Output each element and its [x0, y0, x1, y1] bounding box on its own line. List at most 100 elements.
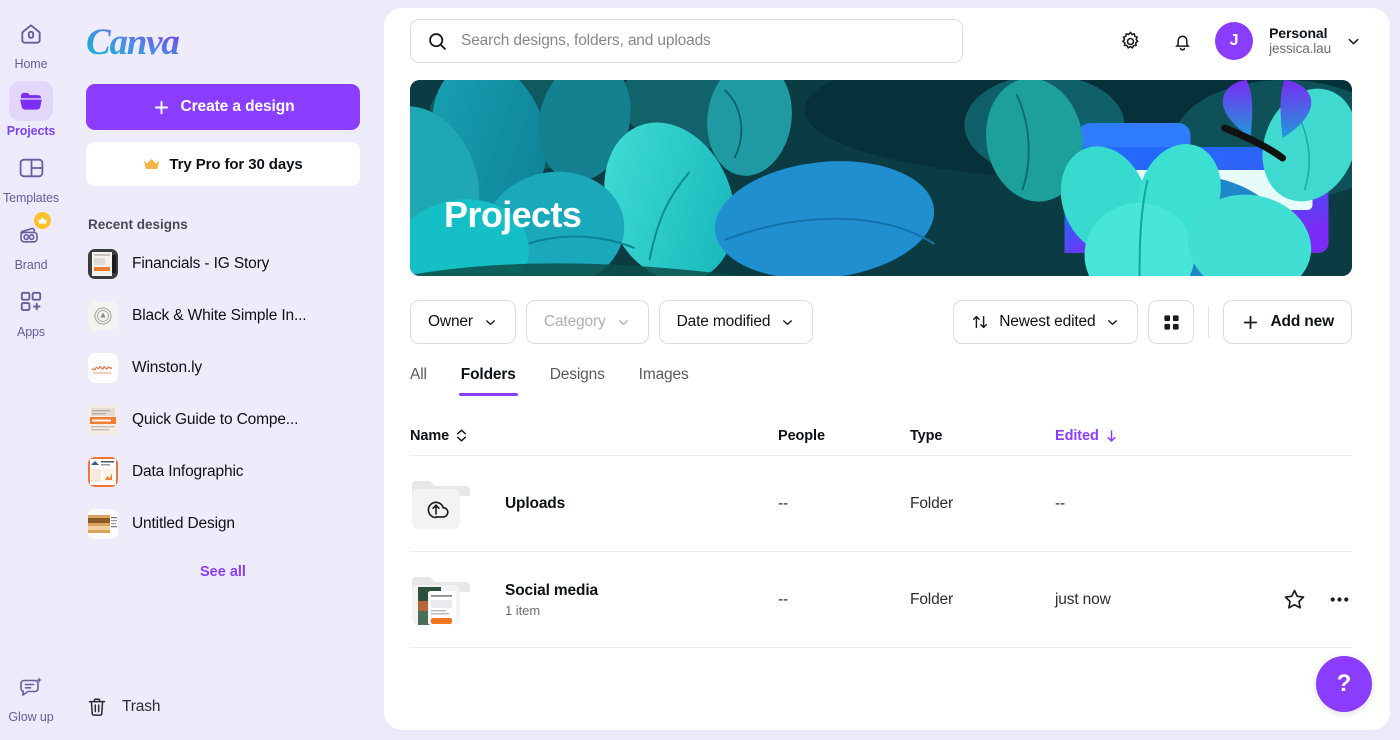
table-row[interactable]: Social media 1 item -- Folder just now	[410, 552, 1352, 648]
glow-up-icon	[9, 667, 53, 707]
sidebar-item-trash[interactable]: Trash	[86, 696, 160, 718]
toolbar-divider	[1208, 306, 1209, 338]
design-thumbnail	[88, 457, 118, 487]
filter-bar-right: Newest edited	[953, 300, 1352, 344]
chevron-down-icon	[483, 315, 498, 330]
sort-label: Newest edited	[999, 313, 1095, 331]
rail-label-brand: Brand	[15, 258, 48, 272]
row-edited: --	[1055, 495, 1232, 513]
design-name: Data Infographic	[132, 463, 243, 481]
folder-icon	[9, 81, 53, 121]
help-button[interactable]: ?	[1316, 656, 1372, 712]
search-input[interactable]: Search designs, folders, and uploads	[410, 19, 963, 63]
category-filter-label: Category	[544, 313, 606, 331]
row-actions	[1232, 587, 1352, 612]
design-name: Untitled Design	[132, 515, 235, 533]
rail-item-templates[interactable]: Templates	[2, 148, 60, 205]
rail-item-home[interactable]: Home	[2, 14, 60, 71]
row-type: Folder	[910, 495, 1055, 513]
date-modified-label: Date modified	[677, 313, 771, 331]
header-actions: J Personal jessica.lau	[1111, 22, 1362, 60]
owner-filter[interactable]: Owner	[410, 300, 516, 344]
templates-icon	[9, 148, 53, 188]
try-pro-label: Try Pro for 30 days	[169, 156, 302, 173]
row-name-block: Social media 1 item	[505, 582, 598, 618]
banner-illustration	[410, 80, 1352, 276]
grid-view-icon	[1162, 313, 1181, 332]
rail-label-projects: Projects	[7, 124, 56, 138]
more-options-icon[interactable]	[1327, 587, 1352, 612]
table-row[interactable]: Uploads -- Folder --	[410, 456, 1352, 552]
row-edited: just now	[1055, 591, 1232, 609]
add-new-button[interactable]: Add new	[1223, 300, 1352, 344]
recent-designs-list: Financials - IG Story Black & White Simp…	[86, 238, 360, 550]
sort-dropdown[interactable]: Newest edited	[953, 300, 1138, 344]
list-item[interactable]: Financials - IG Story	[86, 238, 360, 290]
star-icon[interactable]	[1282, 587, 1307, 612]
gear-icon[interactable]	[1111, 22, 1149, 60]
see-all-link[interactable]: See all	[86, 564, 360, 580]
folder-name: Uploads	[505, 495, 565, 513]
trash-label: Trash	[122, 698, 160, 716]
column-header-type[interactable]: Type	[910, 428, 1055, 444]
list-item[interactable]: Untitled Design	[86, 498, 360, 550]
row-name-cell: Uploads	[410, 477, 778, 531]
design-thumbnail	[88, 301, 118, 331]
category-filter[interactable]: Category	[526, 300, 649, 344]
date-modified-filter[interactable]: Date modified	[659, 300, 814, 344]
row-name-cell: Social media 1 item	[410, 573, 778, 627]
design-name: Black & White Simple In...	[132, 307, 306, 325]
avatar[interactable]: J	[1215, 22, 1253, 60]
row-people: --	[778, 495, 910, 513]
bell-icon[interactable]	[1163, 22, 1201, 60]
column-header-name-label: Name	[410, 428, 449, 444]
rail-item-glow-up[interactable]: Glow up	[2, 667, 60, 724]
chevron-down-icon	[1105, 315, 1120, 330]
table-header-row: Name People Type Edited	[410, 416, 1352, 456]
create-a-design-button[interactable]: Create a design	[86, 84, 360, 130]
canva-logo[interactable]: Canva	[86, 22, 360, 64]
tab-designs[interactable]: Designs	[550, 366, 605, 396]
search-placeholder: Search designs, folders, and uploads	[461, 32, 711, 50]
design-name: Winston.ly	[132, 359, 202, 377]
column-header-edited[interactable]: Edited	[1055, 428, 1232, 444]
design-thumbnail	[88, 353, 118, 383]
row-type: Folder	[910, 591, 1055, 609]
tab-images[interactable]: Images	[639, 366, 689, 396]
pro-crown-badge	[34, 212, 51, 229]
list-item[interactable]: Data Infographic	[86, 446, 360, 498]
rail-item-brand[interactable]: Brand	[2, 215, 60, 272]
list-item[interactable]: Winston.ly	[86, 342, 360, 394]
chevron-down-icon[interactable]	[1345, 33, 1362, 50]
account-info[interactable]: Personal jessica.lau	[1269, 25, 1331, 57]
account-name: Personal	[1269, 25, 1331, 42]
column-header-people[interactable]: People	[778, 428, 910, 444]
plus-icon	[152, 98, 171, 117]
rail-item-apps[interactable]: Apps	[2, 282, 60, 339]
tab-all[interactable]: All	[410, 366, 427, 396]
list-item[interactable]: Black & White Simple In...	[86, 290, 360, 342]
row-people: --	[778, 591, 910, 609]
chevron-down-icon	[616, 315, 631, 330]
design-thumbnail	[88, 249, 118, 279]
trash-icon	[86, 696, 108, 718]
list-item[interactable]: Quick Guide to Compe...	[86, 394, 360, 446]
folder-thumbnail-uploads	[410, 477, 472, 531]
chevron-down-icon	[780, 315, 795, 330]
rail-item-projects[interactable]: Projects	[2, 81, 60, 138]
grid-view-toggle[interactable]	[1148, 300, 1194, 344]
column-header-name[interactable]: Name	[410, 428, 778, 444]
rail-label-apps: Apps	[17, 325, 45, 339]
design-thumbnail	[88, 509, 118, 539]
brand-icon	[9, 215, 53, 255]
sidebar: Canva Create a design Try Pro for 30 day…	[62, 0, 384, 740]
projects-hero-banner: Projects	[410, 80, 1352, 276]
try-pro-button[interactable]: Try Pro for 30 days	[86, 142, 360, 186]
filter-bar: Owner Category Date modified	[384, 276, 1390, 344]
owner-filter-label: Owner	[428, 313, 473, 331]
sort-updown-icon	[455, 428, 468, 443]
tab-folders[interactable]: Folders	[461, 366, 516, 396]
rail-label-templates: Templates	[3, 191, 59, 205]
add-new-label: Add new	[1270, 313, 1334, 331]
row-name-block: Uploads	[505, 495, 565, 513]
